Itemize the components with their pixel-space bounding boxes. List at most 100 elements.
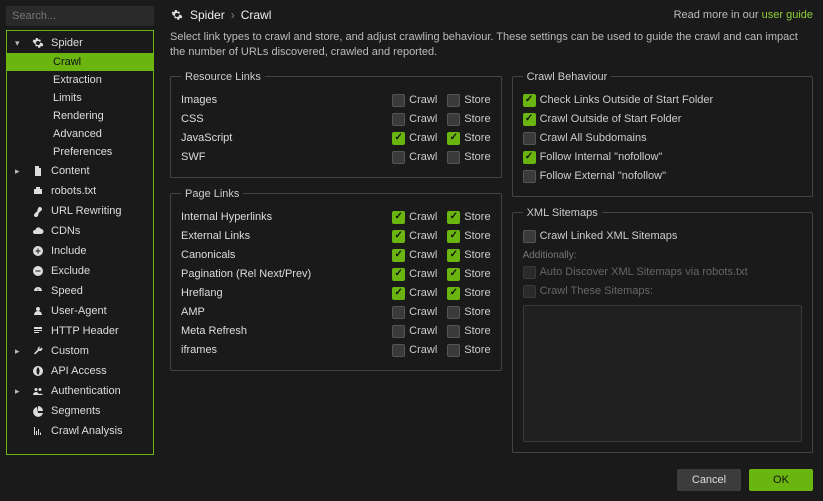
option-row: External LinksCrawlStore <box>181 227 491 246</box>
store-checkbox[interactable]: Store <box>447 151 490 164</box>
store-checkbox[interactable]: Store <box>447 211 490 224</box>
minus-icon <box>31 264 45 278</box>
sidebar-item-robots-txt[interactable]: robots.txt <box>7 181 153 201</box>
crawl-checkbox[interactable]: Crawl <box>392 230 437 243</box>
crawl-checkbox[interactable]: Crawl <box>392 132 437 145</box>
crawl-checkbox[interactable]: Crawl <box>392 151 437 164</box>
group-legend: XML Sitemaps <box>523 207 602 219</box>
option-row: iframes Crawl Store <box>181 341 491 360</box>
sidebar-item-label: HTTP Header <box>51 325 119 337</box>
breadcrumb-1: Spider <box>190 8 225 22</box>
option-checkbox[interactable]: Follow External "nofollow" <box>523 170 666 183</box>
sidebar-item-label: Speed <box>51 285 83 297</box>
option-row: Meta RefreshCrawlStore <box>181 322 491 341</box>
store-checkbox[interactable]: Store <box>447 306 490 319</box>
option-checkbox[interactable]: Check Links Outside of Start Folder <box>523 94 714 107</box>
sidebar-item-advanced[interactable]: Advanced <box>7 125 153 143</box>
crawl-checkbox[interactable]: Crawl <box>392 325 437 338</box>
option-label: iframes <box>181 344 217 356</box>
settings-tree: ▾SpiderCrawlExtractionLimits Rendering Adv… <box>6 30 154 455</box>
sidebar-item-api-access[interactable]: API Access <box>7 361 153 381</box>
sidebar-item-include[interactable]: Include <box>7 241 153 261</box>
store-checkbox[interactable]: Store <box>447 249 490 262</box>
option-row: HreflangCrawlStore <box>181 284 491 303</box>
store-checkbox[interactable]: Store <box>447 268 490 281</box>
option-row: Auto Discover XML Sitemaps via robots.tx… <box>523 263 802 282</box>
sidebar-item-exclude[interactable]: Exclude <box>7 261 153 281</box>
sidebar-item-label: robots.txt <box>51 185 96 197</box>
page-description: Select link types to crawl and store, an… <box>170 28 813 71</box>
sidebar-item-label: Spider <box>51 37 83 49</box>
search-input[interactable] <box>6 6 154 26</box>
option-checkbox[interactable]: Crawl Outside of Start Folder <box>523 113 682 126</box>
sidebar-item-authentication[interactable]: ▸Authentication <box>7 381 153 401</box>
user-guide-link[interactable]: user guide <box>762 9 813 21</box>
crawl-behaviour-group: Crawl Behaviour Check Links Outside of S… <box>512 71 813 197</box>
store-checkbox[interactable]: Store <box>447 113 490 126</box>
sidebar-item-custom[interactable]: ▸Custom <box>7 341 153 361</box>
cloud-icon <box>31 224 45 238</box>
crawl-checkbox[interactable]: Crawl <box>392 113 437 126</box>
crawl-checkbox[interactable]: Crawl <box>392 306 437 319</box>
option-row: Internal HyperlinksCrawlStore <box>181 208 491 227</box>
cancel-button[interactable]: Cancel <box>677 469 741 491</box>
sidebar-item-crawl[interactable]: Crawl <box>7 53 153 71</box>
option-checkbox: Auto Discover XML Sitemaps via robots.tx… <box>523 266 748 279</box>
store-checkbox[interactable]: Store <box>447 230 490 243</box>
sidebar-item-cdns[interactable]: CDNs <box>7 221 153 241</box>
plus-icon <box>31 244 45 258</box>
sidebar-item-label: Preferences <box>53 146 112 158</box>
sitemap-list-box[interactable] <box>523 305 802 442</box>
option-row: CSSCrawlStore <box>181 110 491 129</box>
group-legend: Page Links <box>181 188 243 200</box>
sidebar-item-preferences[interactable]: Preferences <box>7 143 153 161</box>
sidebar-item-label: Crawl Analysis <box>51 425 123 437</box>
sidebar-item-crawl-analysis[interactable]: Crawl Analysis <box>7 421 153 441</box>
store-checkbox[interactable]: Store <box>447 325 490 338</box>
sidebar-item-label: Include <box>51 245 86 257</box>
breadcrumb: Spider › Crawl <box>170 8 271 22</box>
crawl-checkbox[interactable]: Crawl <box>392 344 437 357</box>
store-checkbox[interactable]: Store <box>447 287 490 300</box>
option-row: ImagesCrawlStore <box>181 91 491 110</box>
link-icon <box>31 204 45 218</box>
store-checkbox[interactable]: Store <box>447 132 490 145</box>
sidebar-item-label: CDNs <box>51 225 80 237</box>
option-checkbox[interactable]: Crawl Linked XML Sitemaps <box>523 230 678 243</box>
sidebar-item-content[interactable]: ▸Content <box>7 161 153 181</box>
sidebar-item-label: Segments <box>51 405 101 417</box>
option-label: SWF <box>181 151 205 163</box>
store-checkbox[interactable]: Store <box>447 94 490 107</box>
option-checkbox[interactable]: Follow Internal "nofollow" <box>523 151 663 164</box>
readmore-text: Read more in our user guide <box>674 9 813 21</box>
gear-icon <box>170 8 184 22</box>
option-checkbox[interactable]: Crawl All Subdomains <box>523 132 647 145</box>
option-row: JavaScriptCrawlStore <box>181 129 491 148</box>
sidebar-item-rendering[interactable]: Rendering <box>7 107 153 125</box>
crawl-checkbox[interactable]: Crawl <box>392 287 437 300</box>
sidebar-item-url-rewriting[interactable]: URL Rewriting <box>7 201 153 221</box>
sidebar-item-label: Advanced <box>53 128 102 140</box>
sidebar-item-user-agent[interactable]: User-Agent <box>7 301 153 321</box>
sidebar-item-extraction[interactable]: Extraction <box>7 71 153 89</box>
sidebar-item-label: Rendering <box>53 110 104 122</box>
crawl-checkbox[interactable]: Crawl <box>392 211 437 224</box>
globe-icon <box>31 364 45 378</box>
store-checkbox[interactable]: Store <box>447 344 490 357</box>
sidebar-item-speed[interactable]: Speed <box>7 281 153 301</box>
sidebar-item-label: URL Rewriting <box>51 205 122 217</box>
option-row: Follow Internal "nofollow" <box>523 148 802 167</box>
sidebar-item-segments[interactable]: Segments <box>7 401 153 421</box>
crawl-checkbox[interactable]: Crawl <box>392 94 437 107</box>
option-row: Crawl All Subdomains <box>523 129 802 148</box>
ok-button[interactable]: OK <box>749 469 813 491</box>
sidebar-item-limits[interactable]: Limits <box>7 89 153 107</box>
sidebar-item-spider[interactable]: ▾Spider <box>7 33 153 53</box>
doc-icon <box>31 164 45 178</box>
sidebar-item-http-header[interactable]: HTTP Header <box>7 321 153 341</box>
crawl-checkbox[interactable]: Crawl <box>392 249 437 262</box>
option-row: CanonicalsCrawlStore <box>181 246 491 265</box>
crawl-checkbox[interactable]: Crawl <box>392 268 437 281</box>
option-row: Crawl Linked XML Sitemaps <box>523 227 802 246</box>
group-legend: Crawl Behaviour <box>523 71 612 83</box>
